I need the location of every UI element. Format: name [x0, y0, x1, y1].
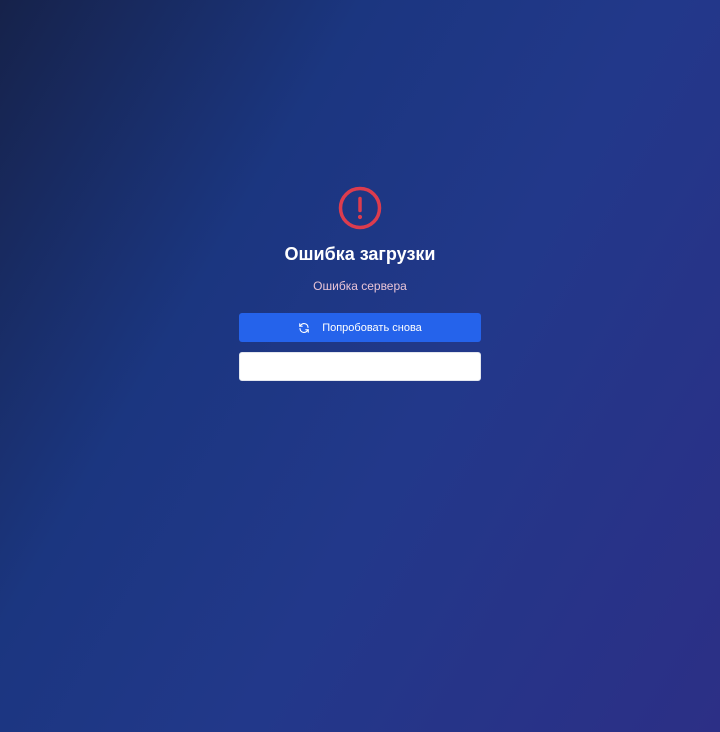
- refresh-icon: [299, 322, 310, 333]
- secondary-button[interactable]: [239, 352, 481, 381]
- error-message: Ошибка сервера: [313, 279, 407, 293]
- error-title: Ошибка загрузки: [284, 244, 436, 264]
- retry-button[interactable]: Попробовать снова: [239, 313, 481, 342]
- retry-button-label: Попробовать снова: [322, 321, 422, 334]
- error-panel: Ошибка загрузки Ошибка сервера Попробова…: [239, 186, 481, 381]
- alert-circle-icon: [338, 186, 382, 230]
